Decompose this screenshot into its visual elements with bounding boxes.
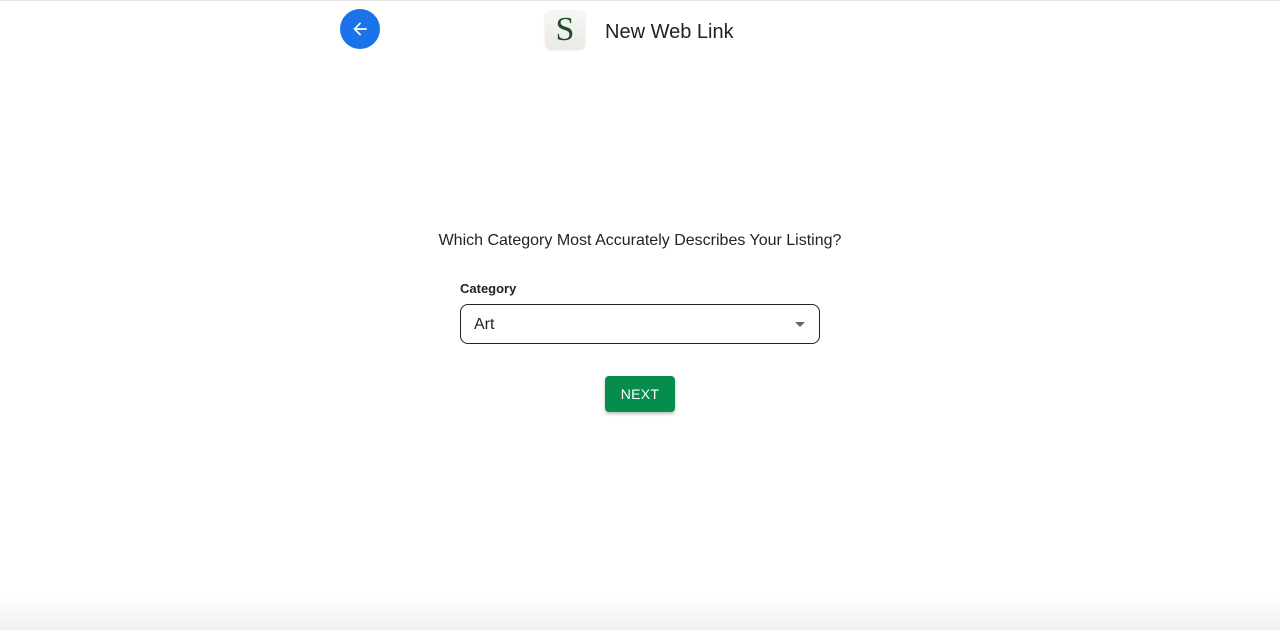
category-select[interactable]: Art: [460, 304, 820, 344]
arrow-left-icon: [353, 22, 367, 36]
next-button[interactable]: NEXT: [605, 376, 675, 412]
logo-letter: S: [555, 10, 575, 48]
app-logo: S: [545, 10, 585, 49]
bottom-shadow: [0, 596, 1280, 630]
page-title: New Web Link: [605, 21, 734, 43]
caret-down-icon: [795, 322, 805, 327]
category-selected-value: Art: [474, 316, 495, 333]
category-question: Which Category Most Accurately Describes…: [438, 232, 842, 249]
back-button[interactable]: [340, 9, 380, 49]
app-header: S New Web Link: [0, 0, 1280, 60]
category-label: Category: [460, 281, 517, 296]
